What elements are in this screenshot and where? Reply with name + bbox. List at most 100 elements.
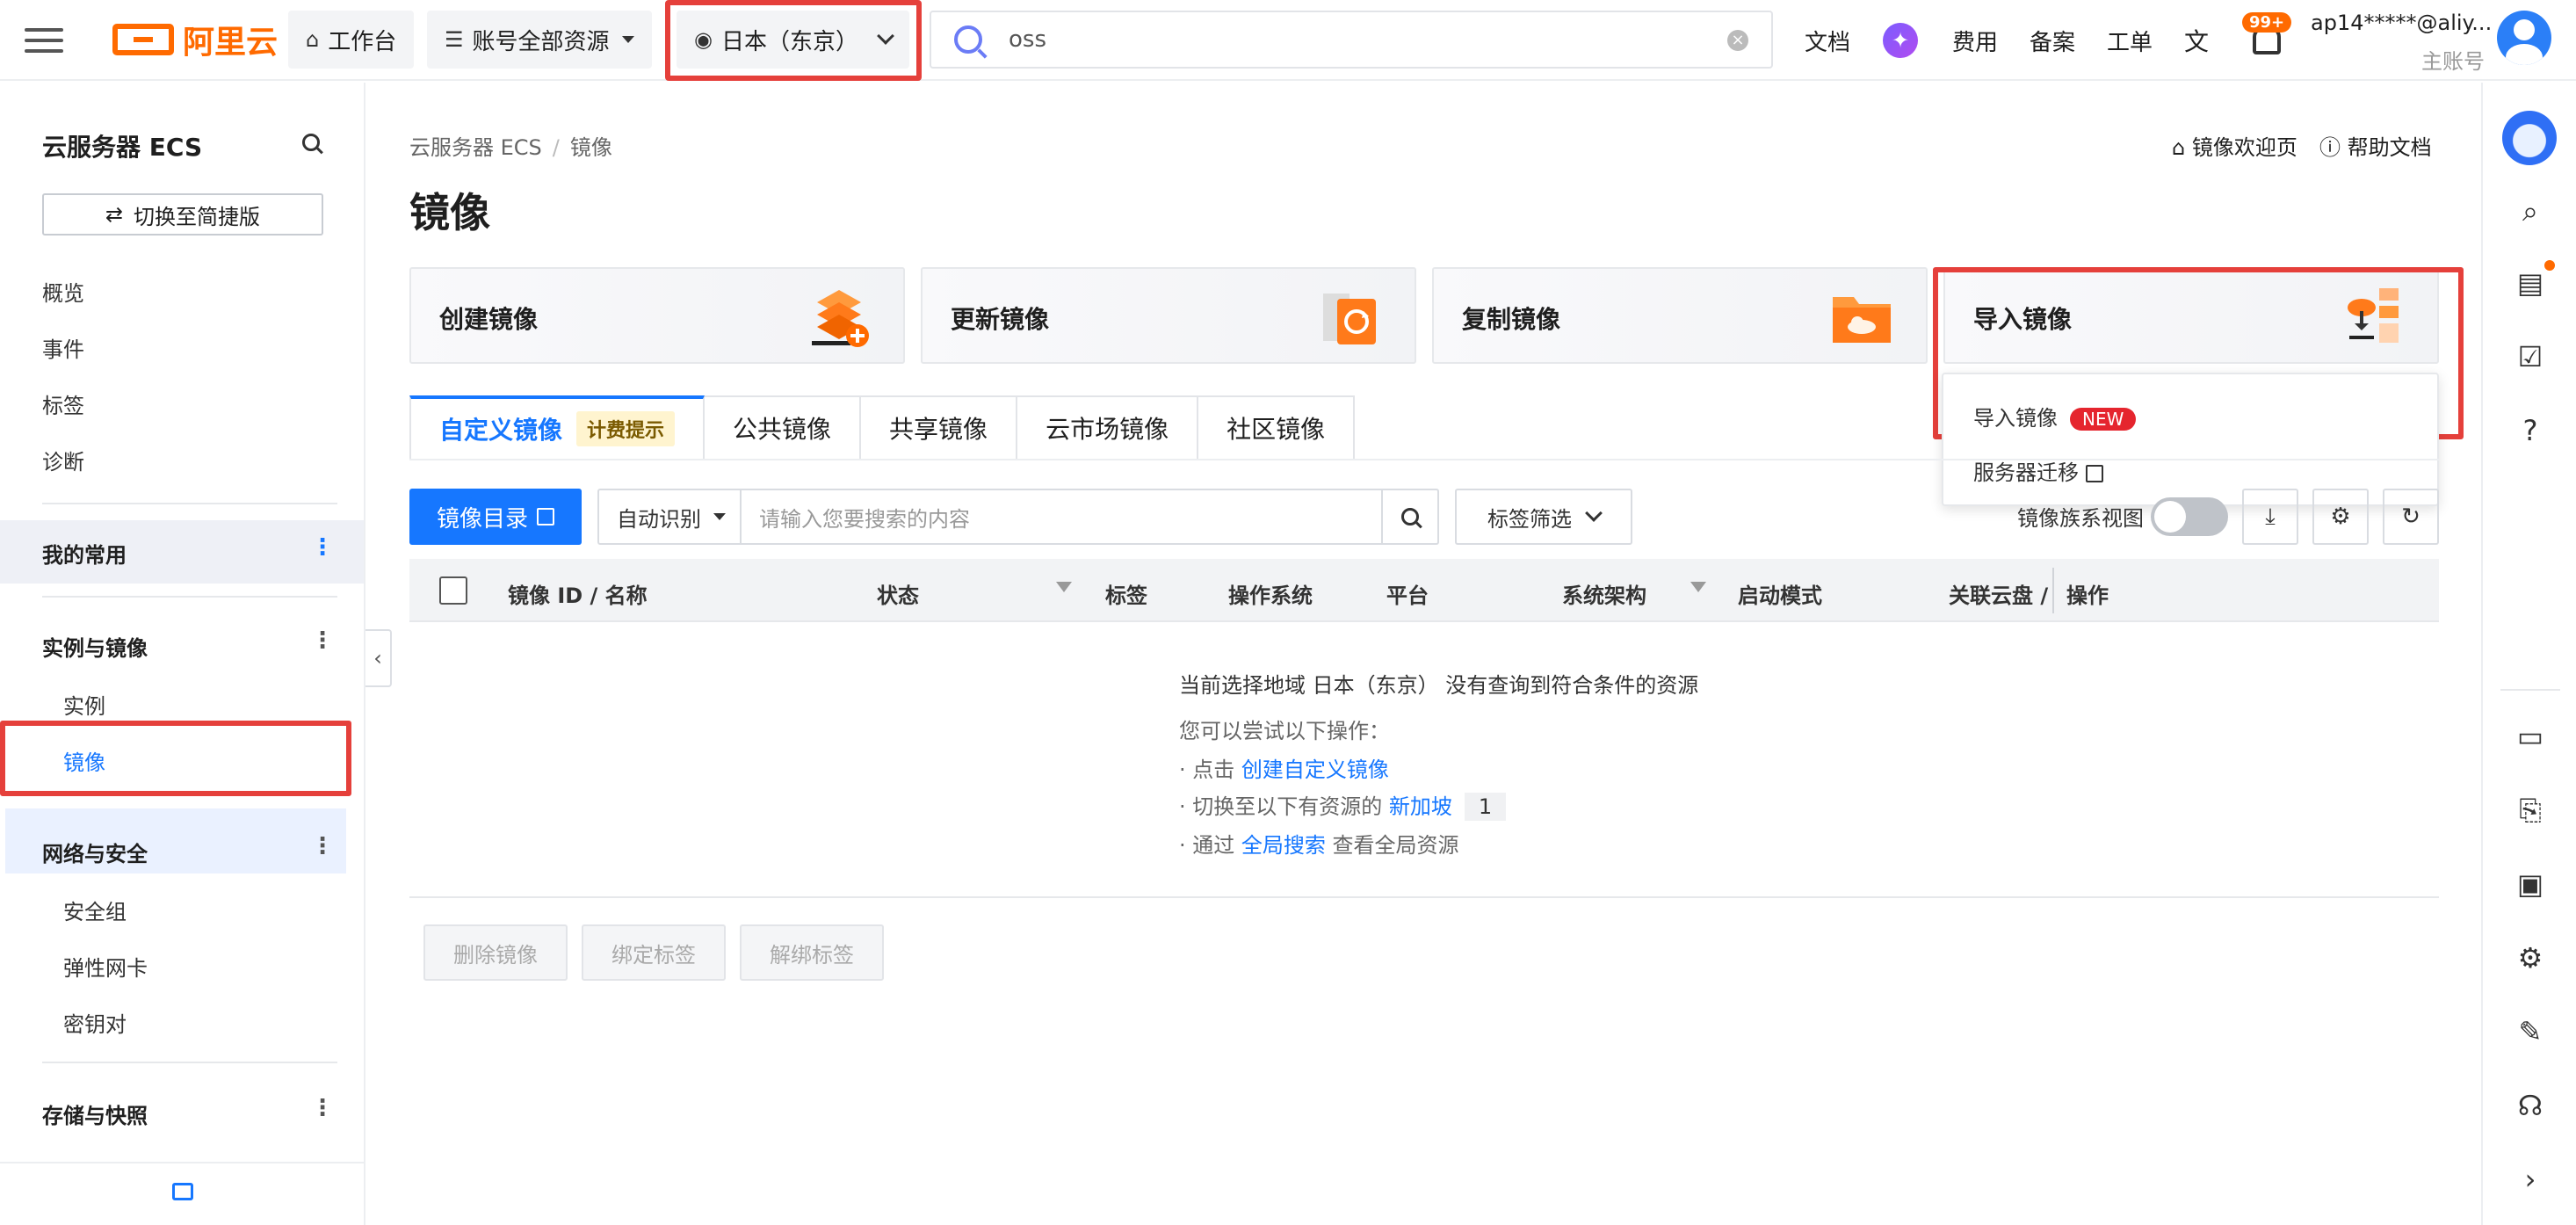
sidebar-item-tags[interactable]: 标签: [42, 388, 84, 419]
sidebar-item-security-group[interactable]: 安全组: [63, 895, 127, 925]
create-custom-image-link[interactable]: 创建自定义镜像: [1241, 757, 1389, 782]
api-icon[interactable]: ⎘: [2513, 793, 2548, 828]
welcome-page-link[interactable]: ⌂ 镜像欢迎页: [2172, 130, 2297, 161]
filter-icon[interactable]: [1690, 582, 1706, 592]
help-docs-link[interactable]: ⓘ 帮助文档: [2319, 130, 2432, 161]
docs-link[interactable]: 文档: [1805, 25, 1850, 57]
search-icon[interactable]: ⌕: [2513, 193, 2548, 228]
download-button[interactable]: ⤓: [2242, 489, 2298, 545]
external-link-icon: [2086, 465, 2103, 482]
book-icon[interactable]: ▤: [2513, 265, 2548, 301]
new-badge: NEW: [2070, 408, 2137, 431]
switch-simple-version-button[interactable]: ⇄ 切换至简捷版: [42, 193, 323, 236]
help-icon[interactable]: ?: [2513, 413, 2548, 448]
breadcrumb-ecs[interactable]: 云服务器 ECS: [409, 135, 542, 160]
family-view-toggle[interactable]: [2151, 497, 2228, 536]
sidebar-section-network-security[interactable]: 网络与安全: [42, 837, 148, 867]
tab-custom-images[interactable]: 自定义镜像 计费提示: [409, 395, 706, 460]
document-icon[interactable]: ▭: [2513, 719, 2548, 754]
menu-item-import-image[interactable]: 导入镜像 NEW: [1973, 401, 2137, 431]
ticket-link[interactable]: 工单: [2107, 25, 2153, 57]
select-all-checkbox[interactable]: [439, 576, 467, 605]
tab-community-images[interactable]: 社区镜像: [1198, 395, 1356, 460]
search-button[interactable]: [1381, 490, 1437, 543]
gear-icon[interactable]: ⚙: [2513, 940, 2548, 975]
sidebar-item-diagnosis[interactable]: 诊断: [42, 445, 84, 475]
sidebar-section-favorites[interactable]: 我的常用: [42, 538, 127, 569]
search-icon: [1401, 508, 1419, 526]
family-view-label: 镜像族系视图: [2017, 506, 2144, 531]
more-icon[interactable]: ⋮: [311, 627, 334, 654]
global-search-link[interactable]: 全局搜索: [1241, 833, 1326, 858]
copy-image-card[interactable]: 复制镜像: [1432, 267, 1928, 364]
sidebar-item-events[interactable]: 事件: [42, 332, 84, 363]
checklist-icon[interactable]: ☑: [2513, 339, 2548, 374]
singapore-region-link[interactable]: 新加坡: [1389, 794, 1452, 819]
card-label: 更新镜像: [951, 305, 1050, 334]
sidebar-section-instances-images[interactable]: 实例与镜像: [42, 631, 148, 662]
language-icon[interactable]: 文: [2184, 23, 2209, 58]
search-input[interactable]: 请输入您要搜索的内容: [742, 502, 1381, 533]
icp-filing-link[interactable]: 备案: [2030, 25, 2075, 57]
column-header-actions: 操作: [2066, 584, 2109, 608]
more-icon[interactable]: ⋮: [311, 833, 334, 859]
update-image-card[interactable]: 更新镜像: [921, 267, 1416, 364]
filter-icon[interactable]: [1056, 582, 1072, 592]
card-label: 复制镜像: [1462, 305, 1561, 334]
global-search[interactable]: oss ×: [930, 11, 1773, 69]
more-icon[interactable]: ⋮: [311, 534, 334, 561]
edit-icon[interactable]: ✎: [2513, 1014, 2548, 1049]
top-bar: 阿里云 ⌂ 工作台 ☰ 账号全部资源 ◉ 日本（东京） oss × 文档 ✦ 费…: [0, 0, 2576, 81]
bind-tags-button[interactable]: 绑定标签: [582, 924, 726, 981]
sidebar-item-keypair[interactable]: 密钥对: [63, 1007, 127, 1038]
import-image-label: 导入镜像: [1973, 406, 2058, 431]
more-icon[interactable]: ⋮: [311, 1095, 334, 1121]
sidebar-section-storage-snapshots[interactable]: 存储与快照: [42, 1098, 148, 1129]
terminal-icon[interactable]: ▣: [2513, 866, 2548, 902]
headset-icon[interactable]: ☊: [2513, 1088, 2548, 1123]
tab-marketplace-images[interactable]: 云市场镜像: [1017, 395, 1199, 460]
ai-assistant-icon[interactable]: ✦: [1883, 23, 1918, 58]
sidebar-title: 云服务器 ECS: [42, 133, 203, 162]
image-catalog-button[interactable]: 镜像目录: [409, 489, 582, 545]
ai-robot-icon[interactable]: [2502, 111, 2557, 165]
gear-icon: ⚙: [2330, 504, 2351, 530]
menu-icon[interactable]: [25, 21, 63, 60]
resource-scope-dropdown[interactable]: ☰ 账号全部资源: [427, 11, 652, 69]
tip-text: 切换至以下有资源的: [1192, 794, 1383, 819]
tag-filter-dropdown[interactable]: 标签筛选: [1455, 489, 1632, 545]
right-rail: ⌕ ▤ ☑ ? ▭ ⎘ ▣ ⚙ ✎ ☊ ›: [2481, 83, 2576, 1225]
column-header-linked-disk: 关联云盘 /: [1949, 584, 2049, 608]
account-type: 主账号: [2421, 49, 2485, 74]
chevron-down-icon: [1585, 504, 1603, 522]
clear-icon[interactable]: ×: [1727, 30, 1748, 51]
workbench-button[interactable]: ⌂ 工作台: [288, 11, 415, 69]
collapse-sidebar-button[interactable]: ‹: [365, 629, 392, 687]
unbind-tags-button[interactable]: 解绑标签: [740, 924, 884, 981]
create-image-card[interactable]: 创建镜像: [409, 267, 905, 364]
settings-button[interactable]: ⚙: [2312, 489, 2369, 545]
tab-label: 自定义镜像: [439, 416, 563, 445]
search-input[interactable]: oss: [1009, 26, 1046, 53]
chevron-right-icon[interactable]: ›: [2513, 1162, 2548, 1197]
sidebar-item-instances[interactable]: 实例: [63, 689, 105, 720]
refresh-button[interactable]: ↻: [2383, 489, 2439, 545]
sidebar-item-overview[interactable]: 概览: [42, 276, 84, 307]
fee-tip-badge[interactable]: 计费提示: [576, 411, 676, 446]
avatar[interactable]: [2497, 11, 2551, 65]
tab-public-images[interactable]: 公共镜像: [705, 395, 862, 460]
column-header-id-name: 镜像 ID / 名称: [508, 584, 648, 608]
delete-image-button[interactable]: 删除镜像: [423, 924, 568, 981]
account-name[interactable]: ap14*****@aliy...: [2311, 11, 2492, 35]
search-icon[interactable]: [302, 134, 320, 151]
external-link-icon: [537, 508, 554, 526]
button-label: 删除镜像: [453, 942, 538, 968]
chevron-down-icon: [621, 36, 634, 43]
search-mode-select[interactable]: 自动识别: [599, 490, 742, 543]
billing-link[interactable]: 费用: [1952, 25, 1998, 57]
tab-shared-images[interactable]: 共享镜像: [861, 395, 1018, 460]
feedback-icon[interactable]: [172, 1183, 193, 1200]
aliyun-logo[interactable]: 阿里云: [112, 18, 278, 62]
tab-label: 社区镜像: [1226, 415, 1326, 444]
sidebar-item-eni[interactable]: 弹性网卡: [63, 951, 148, 982]
